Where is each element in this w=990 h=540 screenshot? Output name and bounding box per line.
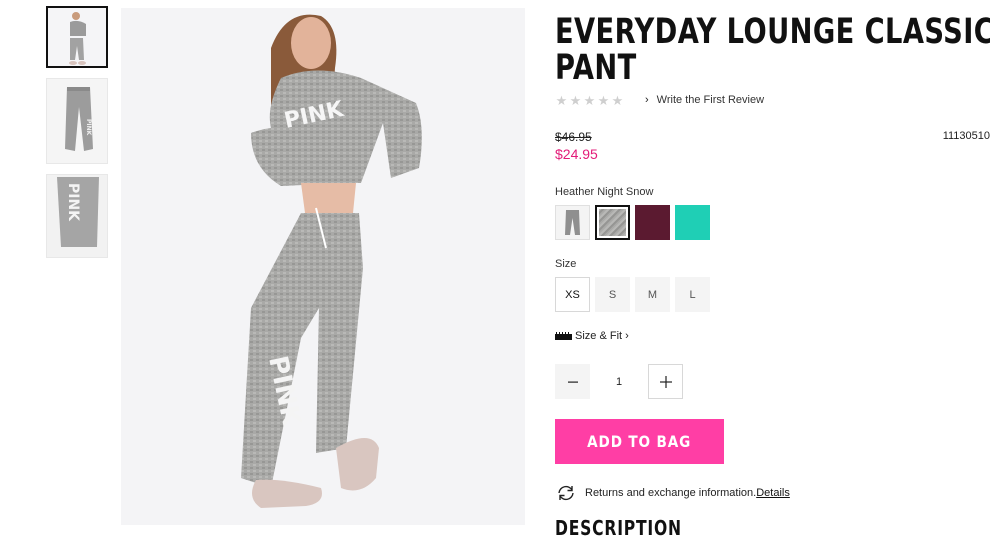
product-title: EVERYDAY LOUNGE CLASSIC PANT [555, 12, 990, 88]
thumbnail-pant-flat[interactable]: PINK [46, 78, 108, 164]
add-to-bag-button[interactable]: ADD TO BAG [555, 419, 724, 464]
color-swatches [555, 205, 710, 240]
thumbnail-pant-detail-image: PINK [47, 175, 107, 257]
quantity-value[interactable]: 1 [590, 376, 648, 388]
thumbnail-gallery: PINK PINK [46, 6, 111, 268]
size-option-m[interactable]: M [635, 277, 670, 312]
rating-row: ★ ★ ★ ★ ★ › Write the First Review [555, 92, 764, 108]
size-and-fit-link[interactable]: Size & Fit › [555, 330, 629, 342]
star-icon: ★ [611, 92, 624, 108]
svg-text:PINK: PINK [65, 183, 81, 222]
original-price: $46.95 [555, 130, 592, 144]
swatch-burgundy[interactable] [635, 205, 670, 240]
swatch-heather-night-snow[interactable] [595, 205, 630, 240]
thumbnail-model-image [48, 8, 106, 66]
swatch-teal[interactable] [675, 205, 710, 240]
product-title-line-1: EVERYDAY LOUNGE CLASSIC [555, 12, 990, 52]
add-to-bag-label: ADD TO BAG [587, 432, 692, 451]
returns-details-link[interactable]: Details [756, 487, 790, 499]
sale-price: $24.95 [555, 146, 598, 162]
quantity-decrease-button[interactable] [555, 364, 590, 399]
quantity-stepper: 1 [555, 364, 683, 399]
thumbnail-pant-flat-image: PINK [47, 79, 107, 163]
star-icon: ★ [583, 92, 596, 108]
swatch-pant-image [565, 210, 580, 235]
chevron-right-icon: › [645, 94, 649, 106]
selected-color-name: Heather Night Snow [555, 186, 654, 198]
swatch-heather-fill [599, 209, 626, 236]
size-and-fit-label: Size & Fit [575, 330, 623, 342]
description-heading: DESCRIPTION [555, 516, 682, 540]
ruler-icon [555, 332, 572, 340]
star-icon: ★ [555, 92, 568, 108]
model-photo-illustration: PINK PINK [121, 8, 525, 525]
plus-icon [659, 375, 672, 388]
quantity-increase-button[interactable] [648, 364, 683, 399]
returns-info: Returns and exchange information. Detail… [555, 484, 790, 502]
main-product-image[interactable]: PINK PINK [121, 8, 525, 525]
size-option-s[interactable]: S [595, 277, 630, 312]
minus-icon [567, 381, 578, 383]
write-review-link[interactable]: Write the First Review [657, 94, 764, 106]
svg-text:PINK: PINK [85, 119, 92, 136]
thumbnail-model-full-body[interactable] [46, 6, 108, 68]
returns-exchange-icon [558, 485, 574, 501]
thumbnail-pant-detail[interactable]: PINK [46, 174, 108, 258]
chevron-right-icon: › [625, 330, 629, 342]
returns-text: Returns and exchange information. [585, 487, 757, 499]
star-icon: ★ [569, 92, 582, 108]
size-option-l[interactable]: L [675, 277, 710, 312]
size-label: Size [555, 258, 577, 270]
star-icon: ★ [597, 92, 610, 108]
product-title-line-2: PANT [555, 48, 637, 88]
size-option-xs[interactable]: XS [555, 277, 590, 312]
rating-stars: ★ ★ ★ ★ ★ [555, 94, 624, 107]
product-sku: 11130510 [942, 130, 990, 142]
swatch-pant-thumbnail[interactable] [555, 205, 590, 240]
size-options: XS S M L [555, 277, 710, 312]
